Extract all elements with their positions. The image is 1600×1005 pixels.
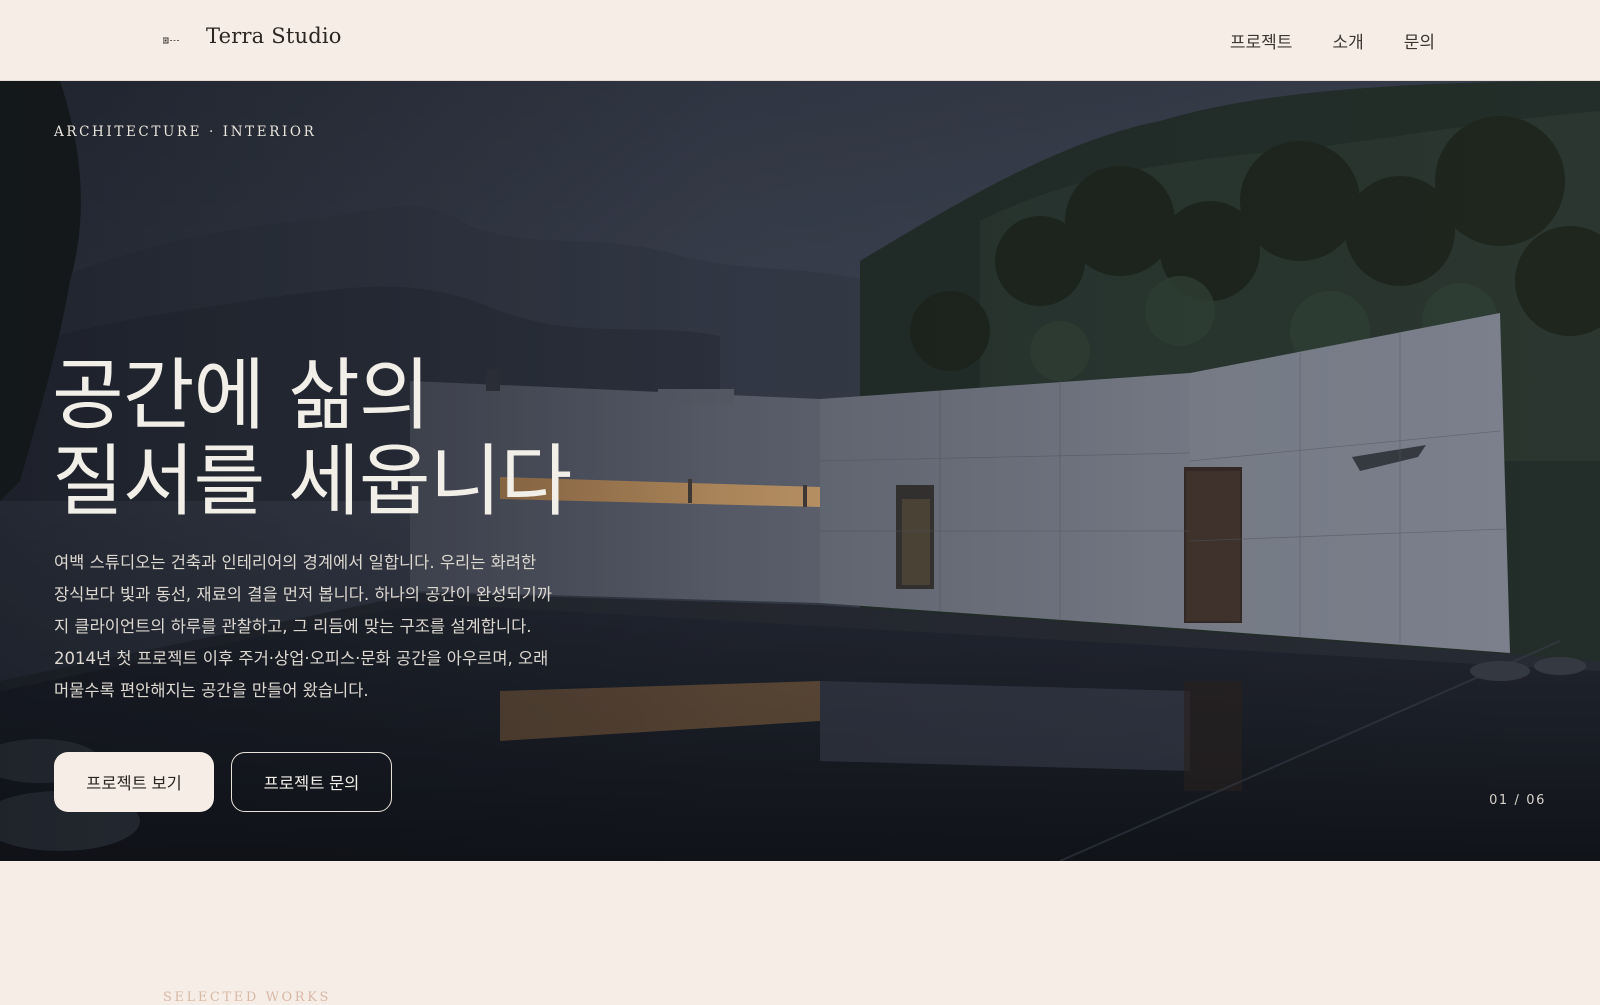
hero-eyebrow: ARCHITECTURE · INTERIOR: [54, 124, 317, 140]
nav-item-projects[interactable]: 프로젝트: [1230, 28, 1293, 53]
hero-description: 여백 스튜디오는 건축과 인테리어의 경계에서 일합니다. 우리는 화려한 장식…: [54, 553, 552, 700]
slide-counter: 01 / 06: [1489, 793, 1546, 808]
hero-section: ARCHITECTURE · INTERIOR 공간에 삶의 질서를 세웁니다 …: [0, 81, 1600, 861]
hero-headline-line1: 공간에 삶의: [52, 351, 431, 441]
nav-item-about[interactable]: 소개: [1332, 28, 1363, 53]
hero-headline: 공간에 삶의 질서를 세웁니다: [52, 351, 572, 527]
brand-name[interactable]: Terra Studio: [206, 24, 342, 48]
logo-mark-icon[interactable]: [163, 36, 180, 45]
project-inquiry-button[interactable]: 프로젝트 문의: [231, 752, 392, 812]
main-nav: 프로젝트 소개 문의: [1230, 28, 1435, 53]
site-header: Terra Studio 프로젝트 소개 문의: [0, 0, 1600, 81]
hero-headline-line2: 질서를 세웁니다: [52, 437, 572, 527]
view-projects-button[interactable]: 프로젝트 보기: [54, 752, 214, 812]
nav-item-contact[interactable]: 문의: [1404, 28, 1435, 53]
selected-works-label: SELECTED WORKS: [163, 990, 332, 1005]
